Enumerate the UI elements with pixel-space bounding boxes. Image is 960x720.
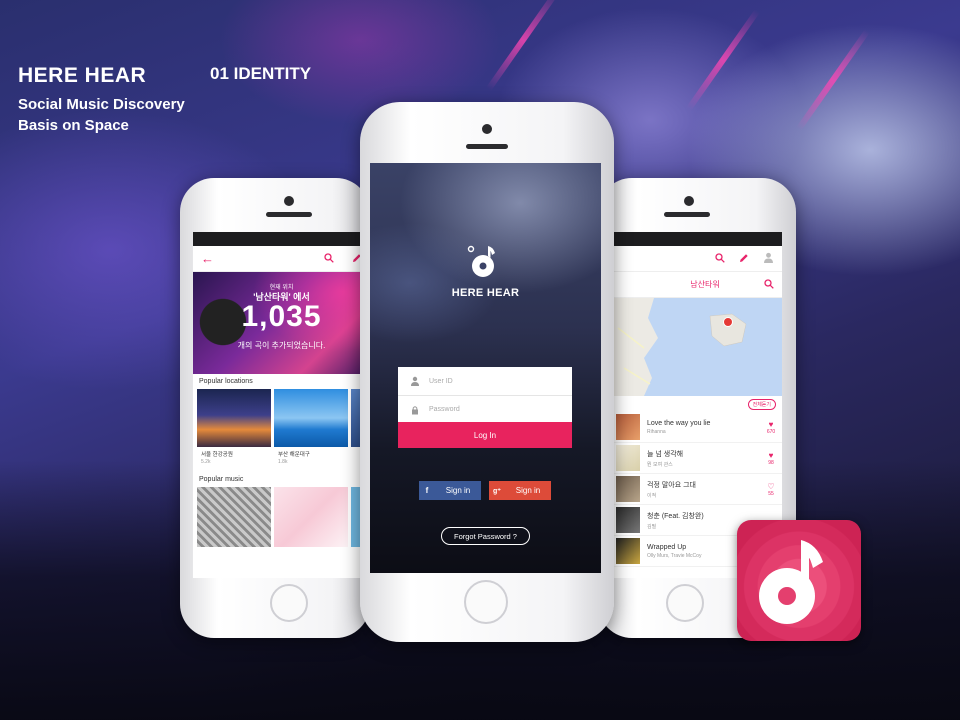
location-count: 5.2k [201, 459, 211, 465]
map-pin-icon[interactable] [724, 318, 732, 326]
status-bar [193, 232, 370, 246]
song-artist: 뭔 모여 관스 [647, 461, 673, 468]
location-name: 서울 한강공원 [201, 452, 233, 458]
location-name: 부산 해운대구 [278, 452, 310, 458]
song-row[interactable]: 늘 넘 생각해 뭔 모여 관스 ♥ 98 [614, 443, 782, 474]
album-cover[interactable] [274, 487, 348, 547]
phone-speaker [266, 212, 312, 217]
search-icon[interactable] [715, 252, 725, 266]
user-icon[interactable] [763, 252, 774, 266]
home-button [464, 580, 508, 624]
location-card[interactable]: 서울 한강공원 5.2k [197, 389, 271, 468]
album-thumb [616, 445, 640, 471]
stage-light [796, 29, 870, 131]
hero-song-count: 1,035 [241, 300, 322, 333]
phone-speaker [466, 144, 508, 149]
album-cover[interactable] [197, 487, 271, 547]
facebook-icon: f [425, 486, 429, 495]
phone-camera [284, 196, 294, 206]
facebook-signin-label: Sign in [445, 486, 471, 495]
top-bar: ← [193, 246, 370, 272]
lock-icon [410, 405, 420, 415]
brand-subtitle-line1: Social Music Discovery [18, 96, 185, 113]
top-bar [614, 246, 782, 272]
song-row[interactable]: 걱정 말아요 그대 이적 ♡ 55 [614, 474, 782, 505]
location-count: 1.8k [278, 459, 288, 465]
phone-camera [482, 124, 492, 134]
password-input[interactable]: Password [398, 395, 572, 423]
login-button[interactable]: Log In [398, 422, 572, 448]
password-placeholder: Password [429, 406, 460, 413]
album-thumb [616, 476, 640, 502]
app-logo-icon [467, 245, 495, 277]
phone-center: HERE HEAR User ID Password Log In f Sign… [360, 102, 614, 642]
google-signin-label: Sign in [515, 486, 541, 495]
song-title: Love the way you lie [647, 419, 711, 427]
stage-light [486, 0, 560, 91]
song-title: 청춘 (Feat. 김창완) [647, 512, 704, 520]
music-cards [193, 487, 370, 547]
location-hero-banner: 현재 위치 '남산타워' 에서 1,035 개의 곡이 추가되었습니다. [193, 272, 370, 374]
app-icon [737, 520, 861, 641]
song-title: 늘 넘 생각해 [647, 450, 684, 458]
search-icon[interactable] [764, 278, 774, 291]
phone-camera [684, 196, 694, 206]
heart-filled-icon[interactable]: ♥ [760, 451, 782, 460]
like-count: 670 [766, 428, 776, 435]
location-search-bar: 남산타워 [614, 272, 782, 298]
forgot-password-button[interactable]: Forgot Password ? [441, 527, 530, 545]
album-thumb [616, 507, 640, 533]
heart-filled-icon[interactable]: ♥ [760, 420, 782, 429]
google-signin-button[interactable]: g⁺ Sign in [489, 481, 551, 500]
brand-subtitle-line2: Basis on Space [18, 117, 129, 134]
like-count: 55 [768, 490, 774, 497]
map-view[interactable] [614, 298, 782, 396]
heart-outline-icon[interactable]: ♡ [760, 482, 782, 491]
song-row[interactable]: Love the way you lie Rihanna ♥ 670 [614, 412, 782, 443]
album-thumb [616, 538, 640, 564]
music-note-icon [759, 540, 823, 624]
location-screen: ← 현재 위치 '남산타워' 에서 1,035 개의 곡이 추가되었습니다. P… [193, 232, 370, 578]
edit-pencil-icon[interactable] [739, 252, 749, 266]
popular-music-title: Popular music [199, 476, 244, 483]
song-artist: 이적 [647, 492, 657, 499]
song-title: 걱정 말아요 그대 [647, 481, 696, 489]
brand-title: HERE HEAR [18, 64, 147, 87]
stage-light [686, 9, 760, 111]
album-thumb [616, 414, 640, 440]
location-card[interactable]: 부산 해운대구 1.8k [274, 389, 348, 468]
like-count: 98 [768, 459, 774, 466]
phone-speaker [664, 212, 710, 217]
google-plus-icon: g⁺ [493, 487, 501, 495]
section-label: 01 IDENTITY [210, 64, 312, 83]
location-cards: 서울 한강공원 5.2k 부산 해운대구 1.8k [193, 389, 370, 468]
facebook-signin-button[interactable]: f Sign in [419, 481, 481, 500]
location-title: 남산타워 [690, 280, 720, 289]
home-button [666, 584, 704, 622]
search-icon[interactable] [324, 251, 334, 266]
phone-left: ← 현재 위치 '남산타워' 에서 1,035 개의 곡이 추가되었습니다. P… [180, 178, 370, 638]
login-screen: HERE HEAR User ID Password Log In f Sign… [370, 163, 601, 573]
hero-added-text: 개의 곡이 추가되었습니다. [237, 341, 326, 350]
home-button [270, 584, 308, 622]
location-photo [197, 389, 271, 447]
song-filter-row: 전체듣기 [614, 396, 782, 412]
location-photo [274, 389, 348, 447]
app-logo-text: HERE HEAR [451, 287, 520, 299]
user-id-placeholder: User ID [429, 377, 453, 385]
popular-locations-title: Popular locations [199, 378, 253, 385]
status-bar [614, 232, 782, 246]
user-icon [410, 376, 420, 386]
user-id-input[interactable]: User ID [398, 367, 572, 395]
play-all-button[interactable]: 전체듣기 [747, 399, 776, 410]
back-arrow-icon[interactable]: ← [201, 251, 214, 266]
song-artist: Rihanna [647, 428, 666, 435]
